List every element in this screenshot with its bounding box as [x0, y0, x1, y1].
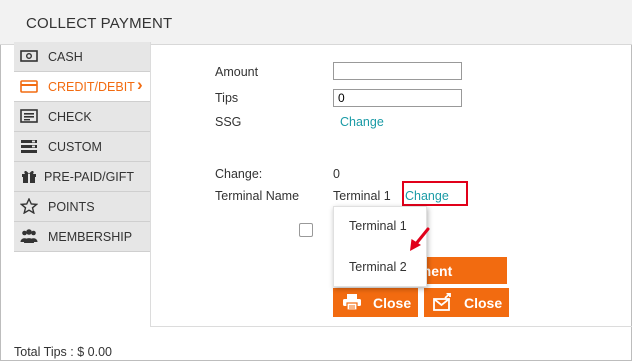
terminal-name-value: Terminal 1	[333, 189, 391, 203]
chevron-right-icon: ›	[137, 75, 143, 94]
tab-membership[interactable]: MEMBERSHIP	[14, 222, 151, 252]
total-tips: Total Tips : $ 0.00	[14, 345, 112, 359]
ssg-change-link[interactable]: Change	[340, 115, 384, 129]
tab-cash[interactable]: CASH	[14, 42, 151, 72]
panel-divider	[150, 42, 151, 326]
page-title: COLLECT PAYMENT	[26, 15, 173, 32]
payment-method-sidebar: CASH CREDIT/DEBIT › CHECK CUSTOM PRE-PAI…	[14, 42, 151, 252]
close-print-button[interactable]: Close	[333, 288, 418, 317]
tab-check[interactable]: CHECK	[14, 102, 151, 132]
gift-icon	[20, 168, 38, 184]
membership-icon	[20, 228, 38, 244]
printer-icon	[342, 293, 362, 311]
custom-icon	[20, 138, 38, 154]
tips-label: Tips	[215, 91, 239, 105]
tab-credit-debit-label: CREDIT/DEBIT	[48, 80, 135, 94]
credit-card-icon	[20, 78, 38, 94]
check-icon	[20, 108, 38, 124]
pointer-arrow-icon	[410, 227, 430, 251]
tab-check-label: CHECK	[48, 110, 92, 124]
tab-credit-debit[interactable]: CREDIT/DEBIT ›	[14, 72, 151, 102]
dropdown-option-terminal-2[interactable]: Terminal 2	[349, 260, 407, 274]
close-email-label: Close	[464, 295, 503, 311]
tips-input[interactable]	[333, 89, 462, 107]
title-bar: COLLECT PAYMENT	[0, 0, 632, 45]
ssg-label: SSG	[215, 115, 242, 129]
tab-custom[interactable]: CUSTOM	[14, 132, 151, 162]
highlight-box	[402, 181, 468, 206]
close-print-label: Close	[373, 295, 412, 311]
star-icon	[19, 197, 39, 215]
dropdown-option-terminal-1[interactable]: Terminal 1	[349, 219, 407, 233]
email-send-icon	[433, 292, 453, 311]
amount-input[interactable]	[333, 62, 462, 80]
tab-membership-label: MEMBERSHIP	[48, 230, 133, 244]
terminal-name-label: Terminal Name	[215, 189, 300, 203]
tab-points[interactable]: POINTS	[14, 192, 151, 222]
amount-label: Amount	[215, 65, 259, 79]
tab-points-label: POINTS	[48, 200, 95, 214]
close-email-button[interactable]: Close	[424, 288, 509, 317]
change-value: 0	[333, 167, 340, 181]
cash-icon	[20, 48, 38, 64]
tab-custom-label: CUSTOM	[48, 140, 102, 154]
change-label: Change:	[215, 167, 263, 181]
tab-cash-label: CASH	[48, 50, 83, 64]
panel-divider-bottom	[150, 326, 632, 327]
option-checkbox[interactable]	[299, 223, 313, 237]
tab-prepaid-gift-label: PRE-PAID/GIFT	[44, 170, 135, 184]
tab-prepaid-gift[interactable]: PRE-PAID/GIFT	[14, 162, 151, 192]
